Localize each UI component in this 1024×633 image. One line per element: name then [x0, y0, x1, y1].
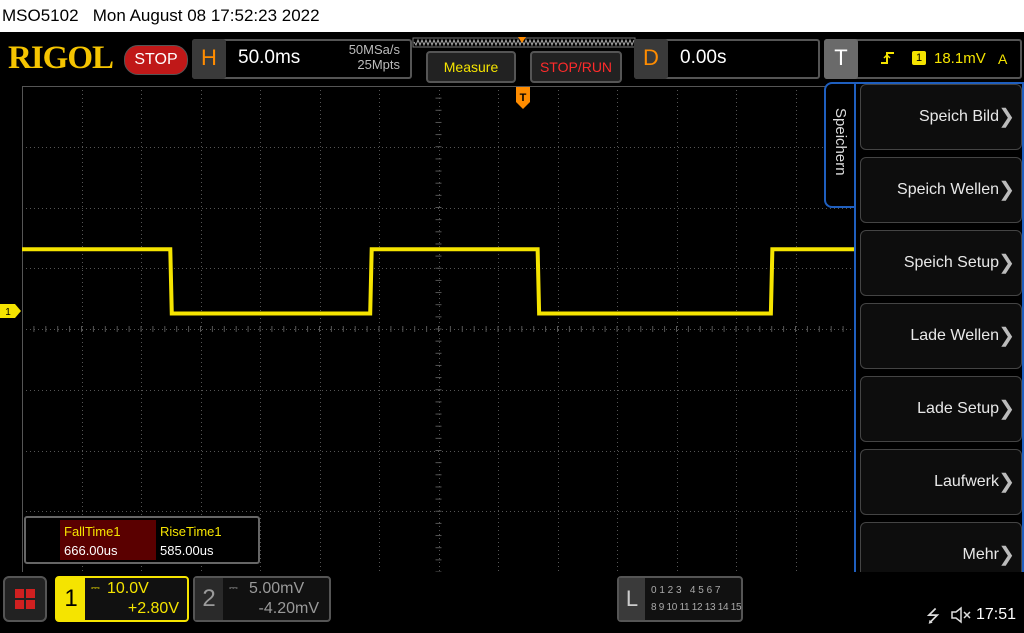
menu-item-speich-bild[interactable]: Speich Bild ❯	[860, 84, 1022, 150]
chevron-right-icon: ❯	[998, 325, 1015, 347]
rigol-logo: RIGOL	[8, 40, 114, 76]
rising-edge-icon	[881, 52, 894, 64]
menu-item-label: Speich Setup	[903, 254, 999, 271]
sample-rate: 50MSa/s	[348, 42, 400, 57]
stop-run-button[interactable]: STOP/RUN	[530, 51, 622, 83]
measurement-value: 666.00us	[64, 543, 118, 558]
channel-marker-label: 1	[5, 307, 11, 318]
dc-coupling-icon: ⎓	[91, 582, 100, 594]
usb-icon: ⭍	[926, 607, 941, 626]
menu-item-label: Laufwerk	[934, 473, 999, 490]
trigger-letter: T	[824, 39, 858, 79]
channel-1-settings[interactable]: 1 ⎓ 10.0V +2.80V	[55, 576, 189, 622]
chevron-right-icon: ❯	[998, 398, 1015, 420]
dc-coupling-icon: ⎓	[229, 582, 238, 594]
channel-1-offset: +2.80V	[127, 600, 179, 617]
menu-item-label: Speich Wellen	[897, 181, 999, 198]
trigger-position-marker: T	[516, 87, 530, 109]
chevron-right-icon: ❯	[998, 471, 1015, 493]
chevron-right-icon: ❯	[998, 252, 1015, 274]
channel-1-ground-marker[interactable]: 1	[0, 303, 22, 319]
main-menu-button[interactable]	[3, 576, 47, 622]
chevron-right-icon: ❯	[998, 179, 1015, 201]
menu-item-lade-setup[interactable]: Lade Setup ❯	[860, 376, 1022, 442]
la-channels-low: 0 1 2 3 4 5 6 7	[651, 585, 721, 596]
trigger-marker-label: T	[520, 92, 527, 104]
run-status-badge[interactable]: STOP	[124, 45, 188, 75]
menu-item-lade-wellen[interactable]: Lade Wellen ❯	[860, 303, 1022, 369]
datetime: Mon August 08 17:52:23 2022	[92, 6, 320, 25]
measurement-name: FallTime1	[64, 524, 121, 539]
horizontal-letter: H	[192, 39, 226, 79]
graticule	[22, 86, 855, 572]
memory-position-strip	[412, 37, 636, 48]
title-bar: MSO5102 Mon August 08 17:52:23 2022	[0, 0, 1024, 32]
la-letter: L	[619, 578, 645, 620]
menu-item-label: Lade Wellen	[910, 327, 999, 344]
menu-tab[interactable]: Speichern	[824, 82, 856, 208]
logic-analyzer-settings[interactable]: L 0 1 2 3 4 5 6 7 8 9 10 11 12 13 14 15	[617, 576, 743, 622]
menu-item-speich-wellen[interactable]: Speich Wellen ❯	[860, 157, 1022, 223]
measurement-fall-time: FallTime1 666.00us	[60, 520, 156, 560]
measure-button[interactable]: Measure	[426, 51, 516, 83]
measurement-value: 585.00us	[160, 543, 214, 558]
channel-1-scale: 10.0V	[107, 580, 149, 597]
channel-2-settings[interactable]: 2 ⎓ 5.00mV -4.20mV	[193, 576, 331, 622]
waveform-display[interactable]	[22, 86, 855, 572]
menu-item-laufwerk[interactable]: Laufwerk ❯	[860, 449, 1022, 515]
menu-item-label: Speich Bild	[918, 108, 999, 125]
trigger-source-badge: 1	[912, 51, 926, 65]
la-channels-high: 8 9 10 11 12 13 14 15	[651, 602, 742, 613]
measurement-name: RiseTime1	[160, 524, 222, 539]
speaker-muted-icon[interactable]	[950, 606, 972, 624]
channel-1-number: 1	[57, 578, 85, 620]
model-name: MSO5102	[2, 6, 79, 25]
menu-item-label: Mehr	[962, 546, 999, 563]
delay-letter: D	[634, 39, 668, 79]
trigger-level: 18.1mV	[934, 50, 986, 67]
timebase-value: 50.0ms	[238, 47, 301, 68]
memory-depth: 25Mpts	[357, 57, 400, 72]
menu-item-label: Lade Setup	[917, 400, 999, 417]
menu-tab-label: Speichern	[832, 108, 849, 176]
chevron-right-icon: ❯	[998, 106, 1015, 128]
measurement-rise-time: RiseTime1 585.00us	[156, 520, 252, 560]
delay-value: 0.00s	[680, 47, 727, 68]
menu-item-speich-setup[interactable]: Speich Setup ❯	[860, 230, 1022, 296]
trigger-mode: A	[998, 51, 1008, 67]
channel-2-scale: 5.00mV	[249, 580, 305, 597]
grid-menu-icon	[15, 589, 35, 609]
clock: 17:51	[976, 606, 1017, 623]
channel-1-trace	[22, 247, 855, 316]
measurement-panel[interactable]: FallTime1 666.00us RiseTime1 585.00us	[24, 516, 260, 564]
channel-2-number: 2	[195, 578, 223, 620]
channel-2-offset: -4.20mV	[258, 600, 319, 617]
